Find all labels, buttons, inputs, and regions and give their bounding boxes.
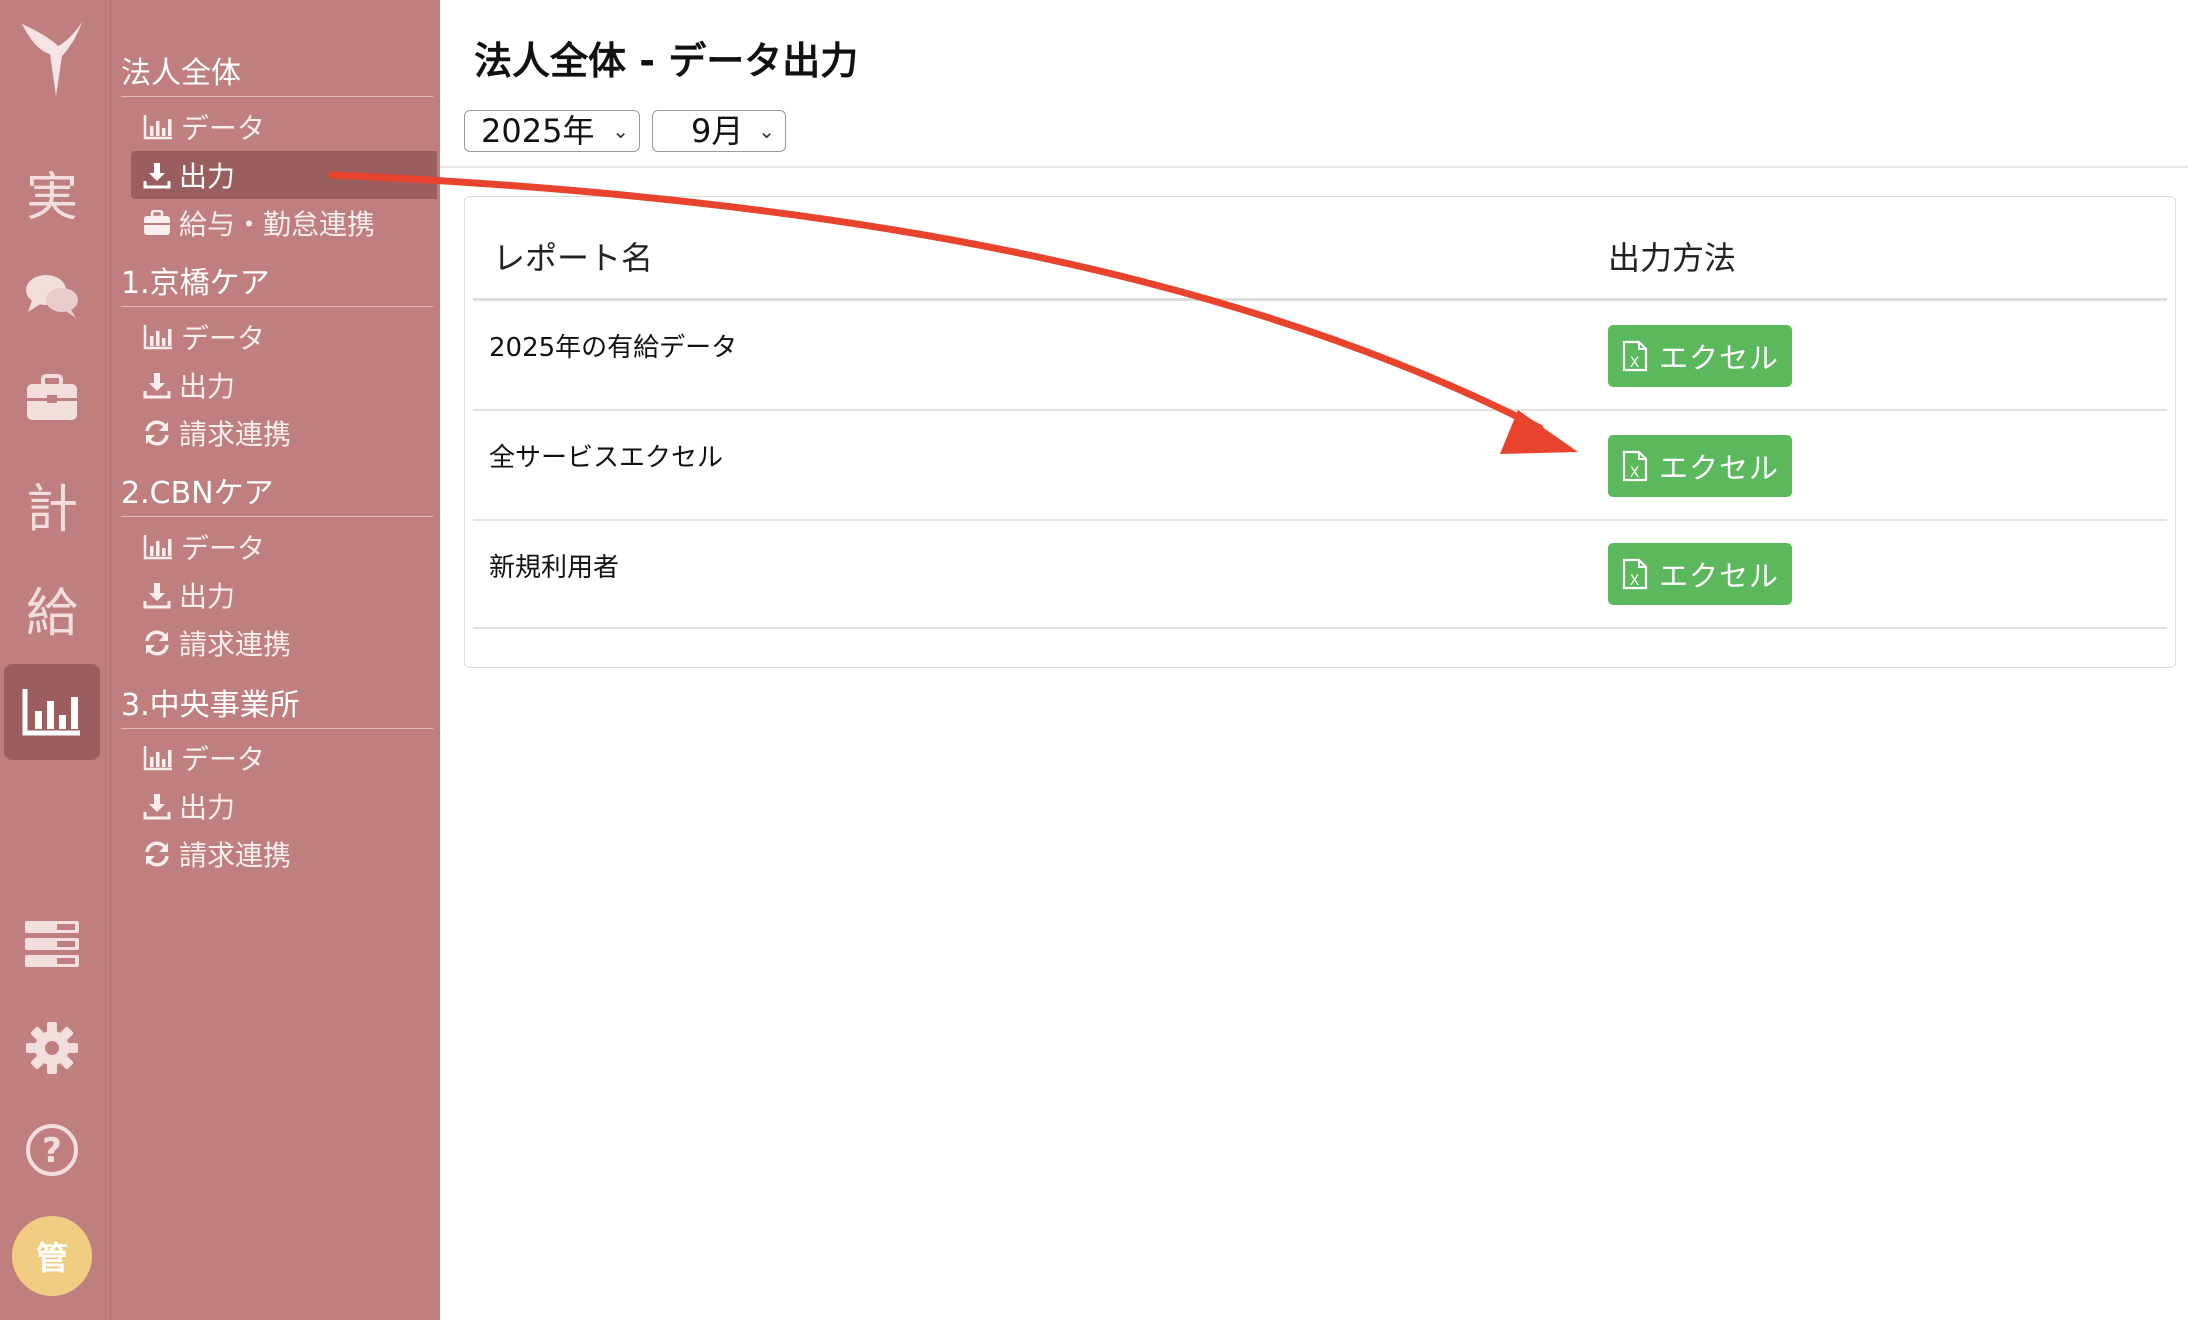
chevron-down-icon: ⌄ — [612, 119, 629, 143]
avatar-label: 管 — [35, 1239, 68, 1277]
header-divider — [473, 298, 2167, 301]
report-name-cell: 全サービスエクセル — [489, 443, 724, 473]
column-header-report-name: レポート名 — [493, 239, 654, 277]
sidebar-item-label: データ — [181, 532, 266, 565]
report-name-cell: 新規利用者 — [489, 553, 620, 583]
briefcase-icon — [144, 210, 170, 235]
year-select[interactable]: 2025年 ⌄ — [464, 110, 640, 152]
column-header-output-method: 出力方法 — [1608, 239, 1737, 277]
page-title: 法人全体 - データ出力 — [474, 39, 859, 83]
toolbar-divider — [440, 166, 2188, 168]
gear-icon — [26, 1022, 78, 1074]
download-icon — [143, 794, 171, 820]
report-table: レポート名 出力方法 2025年の有給データ X エクセル 全サービスエクセル … — [464, 196, 2176, 668]
report-name-cell: 2025年の有給データ — [489, 333, 738, 363]
bar-chart-icon — [143, 325, 172, 350]
section-title: 1.京橋ケア — [121, 262, 433, 307]
excel-export-button[interactable]: X エクセル — [1608, 325, 1792, 387]
chevron-down-icon: ⌄ — [758, 119, 775, 143]
sidebar-item-output[interactable]: 出力 — [131, 361, 437, 409]
excel-export-button[interactable]: X エクセル — [1608, 543, 1792, 605]
section-title: 2.CBNケア — [121, 472, 433, 517]
bar-chart-icon — [22, 689, 80, 736]
row-divider — [473, 409, 2167, 411]
rail-kei[interactable]: 計 — [4, 456, 100, 552]
sidebar-item-output[interactable]: 出力 — [131, 782, 437, 830]
rail-list[interactable] — [4, 896, 100, 992]
excel-file-icon: X — [1622, 450, 1648, 482]
bar-chart-icon — [143, 115, 172, 140]
download-icon — [143, 163, 171, 189]
kei-icon: 計 — [25, 479, 78, 540]
rail-reports[interactable] — [4, 664, 100, 760]
kyu-icon: 給 — [25, 583, 78, 644]
download-icon — [143, 583, 171, 609]
list-icon — [25, 921, 79, 967]
sidebar-item-label: 出力 — [179, 791, 236, 824]
bar-chart-icon — [143, 746, 172, 771]
report-sidebar: 法人全体 データ 出力 給与・勤怠連携 1.京橋ケア データ 出力 請求連携 2… — [111, 0, 440, 1320]
svg-text:?: ? — [42, 1131, 62, 1171]
sidebar-item-billing[interactable]: 請求連携 — [131, 830, 437, 878]
sidebar-item-billing[interactable]: 請求連携 — [131, 409, 437, 457]
sidebar-item-billing[interactable]: 請求連携 — [131, 619, 437, 667]
excel-file-icon: X — [1622, 340, 1648, 372]
rail-kyu[interactable]: 給 — [4, 560, 100, 656]
sidebar-item-data[interactable]: データ — [131, 734, 437, 782]
excel-button-label: エクセル — [1658, 451, 1779, 485]
refresh-icon — [145, 630, 169, 656]
section-title: 法人全体 — [121, 52, 433, 97]
sidebar-item-label: 出力 — [179, 580, 236, 613]
briefcase-icon — [27, 374, 77, 420]
download-icon — [143, 373, 171, 399]
rail-messages[interactable] — [4, 248, 100, 344]
svg-text:X: X — [1630, 573, 1641, 589]
rail-jitsu[interactable]: 実 — [4, 144, 100, 240]
avatar[interactable]: 管 — [12, 1216, 92, 1296]
sidebar-item-label: データ — [181, 743, 266, 776]
month-select-value: 9月 — [691, 112, 744, 150]
sidebar-item-label: 出力 — [179, 160, 236, 193]
rail-briefcase[interactable] — [4, 350, 100, 446]
icon-rail: 実 計 給 ? 管 — [0, 0, 111, 1320]
row-divider — [473, 519, 2167, 521]
app-logo[interactable] — [18, 18, 88, 102]
excel-file-icon: X — [1622, 558, 1648, 590]
sidebar-item-label: 請求連携 — [179, 418, 292, 451]
sidebar-item-output[interactable]: 出力 — [131, 571, 437, 619]
jitsu-icon: 実 — [25, 167, 78, 228]
rail-settings[interactable] — [4, 1000, 100, 1096]
sidebar-item-data[interactable]: データ — [131, 523, 437, 571]
rail-help[interactable]: ? — [4, 1102, 100, 1198]
excel-button-label: エクセル — [1658, 341, 1779, 375]
sidebar-item-label: 請求連携 — [179, 628, 292, 661]
sidebar-item-payroll[interactable]: 給与・勤怠連携 — [131, 199, 437, 247]
sidebar-item-output[interactable]: 出力 — [131, 151, 437, 199]
bar-chart-icon — [143, 535, 172, 560]
excel-button-label: エクセル — [1658, 559, 1779, 593]
sidebar-item-data[interactable]: データ — [131, 103, 437, 151]
refresh-icon — [145, 420, 169, 446]
row-divider — [473, 627, 2167, 629]
chat-bubbles-icon — [26, 275, 78, 318]
svg-text:X: X — [1630, 465, 1641, 481]
year-select-value: 2025年 — [481, 112, 595, 150]
sidebar-item-label: データ — [181, 322, 266, 355]
sidebar-item-label: データ — [181, 112, 266, 145]
month-select[interactable]: 9月 ⌄ — [652, 110, 786, 152]
sidebar-item-label: 請求連携 — [179, 839, 292, 872]
help-icon: ? — [26, 1124, 78, 1176]
refresh-icon — [145, 841, 169, 867]
excel-export-button[interactable]: X エクセル — [1608, 435, 1792, 497]
svg-text:X: X — [1630, 355, 1641, 371]
sidebar-item-data[interactable]: データ — [131, 313, 437, 361]
sidebar-item-label: 給与・勤怠連携 — [179, 208, 376, 241]
sidebar-item-label: 出力 — [179, 370, 236, 403]
section-title: 3.中央事業所 — [121, 684, 433, 729]
